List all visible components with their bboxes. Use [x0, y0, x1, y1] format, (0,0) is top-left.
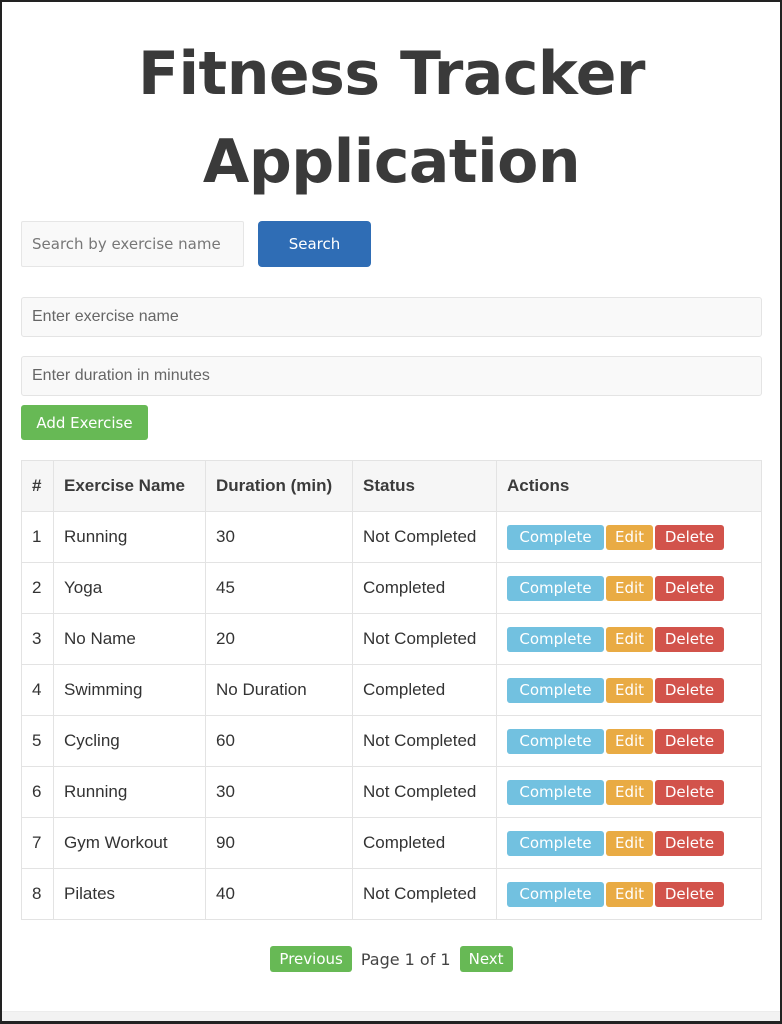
header-actions: Actions — [496, 460, 762, 512]
cell-duration: 60 — [205, 715, 353, 767]
table-header-row: # Exercise Name Duration (min) Status Ac… — [21, 460, 762, 512]
complete-button[interactable]: Complete — [507, 575, 604, 601]
edit-button[interactable]: Edit — [606, 575, 653, 601]
next-page-button[interactable]: Next — [459, 946, 513, 972]
complete-button[interactable]: Complete — [507, 830, 604, 856]
edit-button[interactable]: Edit — [606, 830, 653, 856]
cell-exercise-name: Yoga — [53, 562, 206, 614]
cell-duration: 40 — [205, 868, 353, 920]
edit-button[interactable]: Edit — [606, 779, 653, 805]
cell-status: Completed — [352, 562, 497, 614]
previous-page-button[interactable]: Previous — [270, 946, 352, 972]
delete-button[interactable]: Delete — [655, 626, 724, 652]
cell-number: 4 — [21, 664, 54, 716]
table-row: 8 Pilates 40 Not Completed Complete Edit Delet… — [21, 868, 762, 920]
duration-input[interactable] — [21, 356, 762, 396]
cell-number: 8 — [21, 868, 54, 920]
header-status: Status — [352, 460, 497, 512]
cell-actions: Complete Edit Delete — [496, 511, 762, 563]
cell-exercise-name: Running — [53, 766, 206, 818]
cell-number: 2 — [21, 562, 54, 614]
cell-status: Not Completed — [352, 511, 497, 563]
cell-exercise-name: No Name — [53, 613, 206, 665]
table-row: 4 Swimming No Duration Completed Complete Edi… — [21, 664, 762, 716]
cell-actions: Complete Edit Delete — [496, 562, 762, 614]
cell-actions: Complete Edit Delete — [496, 613, 762, 665]
delete-button[interactable]: Delete — [655, 728, 724, 754]
exercise-name-input[interactable] — [21, 297, 762, 337]
cell-number: 6 — [21, 766, 54, 818]
cell-status: Not Completed — [352, 868, 497, 920]
search-bar: Search — [21, 221, 371, 267]
cell-exercise-name: Cycling — [53, 715, 206, 767]
cell-duration: 90 — [205, 817, 353, 869]
exercise-table: # Exercise Name Duration (min) Status Ac… — [21, 460, 762, 920]
delete-button[interactable]: Delete — [655, 881, 724, 907]
table-row: 6 Running 30 Not Completed Complete Edit Delet… — [21, 766, 762, 818]
cell-status: Completed — [352, 664, 497, 716]
table-row: 5 Cycling 60 Not Completed Complete Edit Delet… — [21, 715, 762, 767]
table-row: 3 No Name 20 Not Completed Complete Edit Delet… — [21, 613, 762, 665]
delete-button[interactable]: Delete — [655, 779, 724, 805]
cell-exercise-name: Running — [53, 511, 206, 563]
cell-number: 3 — [21, 613, 54, 665]
delete-button[interactable]: Delete — [655, 677, 724, 703]
cell-actions: Complete Edit Delete — [496, 817, 762, 869]
cell-exercise-name: Gym Workout — [53, 817, 206, 869]
cell-exercise-name: Swimming — [53, 664, 206, 716]
cell-actions: Complete Edit Delete — [496, 715, 762, 767]
edit-button[interactable]: Edit — [606, 524, 653, 550]
cell-duration: 30 — [205, 766, 353, 818]
app-container: Fitness Tracker Application Search Add E… — [21, 2, 762, 972]
delete-button[interactable]: Delete — [655, 524, 724, 550]
edit-button[interactable]: Edit — [606, 677, 653, 703]
table-row: 1 Running 30 Not Completed Complete Edit Delet… — [21, 511, 762, 563]
cell-status: Completed — [352, 817, 497, 869]
cell-actions: Complete Edit Delete — [496, 766, 762, 818]
header-exercise-name: Exercise Name — [53, 460, 206, 512]
cell-status: Not Completed — [352, 766, 497, 818]
cell-status: Not Completed — [352, 613, 497, 665]
header-number: # — [21, 460, 54, 512]
complete-button[interactable]: Complete — [507, 881, 604, 907]
cell-number: 5 — [21, 715, 54, 767]
cell-actions: Complete Edit Delete — [496, 868, 762, 920]
complete-button[interactable]: Complete — [507, 779, 604, 805]
delete-button[interactable]: Delete — [655, 575, 724, 601]
edit-button[interactable]: Edit — [606, 728, 653, 754]
table-row: 2 Yoga 45 Completed Complete Edit Delete — [21, 562, 762, 614]
cell-duration: No Duration — [205, 664, 353, 716]
search-button[interactable]: Search — [258, 221, 371, 267]
header-duration: Duration (min) — [205, 460, 353, 512]
cell-duration: 45 — [205, 562, 353, 614]
add-exercise-button[interactable]: Add Exercise — [21, 405, 148, 440]
cell-duration: 20 — [205, 613, 353, 665]
cell-number: 7 — [21, 817, 54, 869]
edit-button[interactable]: Edit — [606, 881, 653, 907]
search-input[interactable] — [21, 221, 244, 267]
complete-button[interactable]: Complete — [507, 626, 604, 652]
cell-status: Not Completed — [352, 715, 497, 767]
cell-actions: Complete Edit Delete — [496, 664, 762, 716]
edit-button[interactable]: Edit — [606, 626, 653, 652]
page-title: Fitness Tracker Application — [137, 39, 646, 197]
cell-number: 1 — [21, 511, 54, 563]
delete-button[interactable]: Delete — [655, 830, 724, 856]
complete-button[interactable]: Complete — [507, 728, 604, 754]
bottom-scroll-strip — [2, 1011, 780, 1021]
complete-button[interactable]: Complete — [507, 524, 604, 550]
cell-duration: 30 — [205, 511, 353, 563]
page-indicator: Page 1 of 1 — [360, 949, 451, 969]
pagination: Previous Page 1 of 1 Next — [21, 946, 762, 972]
complete-button[interactable]: Complete — [507, 677, 604, 703]
table-row: 7 Gym Workout 90 Completed Complete Edit Delet… — [21, 817, 762, 869]
cell-exercise-name: Pilates — [53, 868, 206, 920]
